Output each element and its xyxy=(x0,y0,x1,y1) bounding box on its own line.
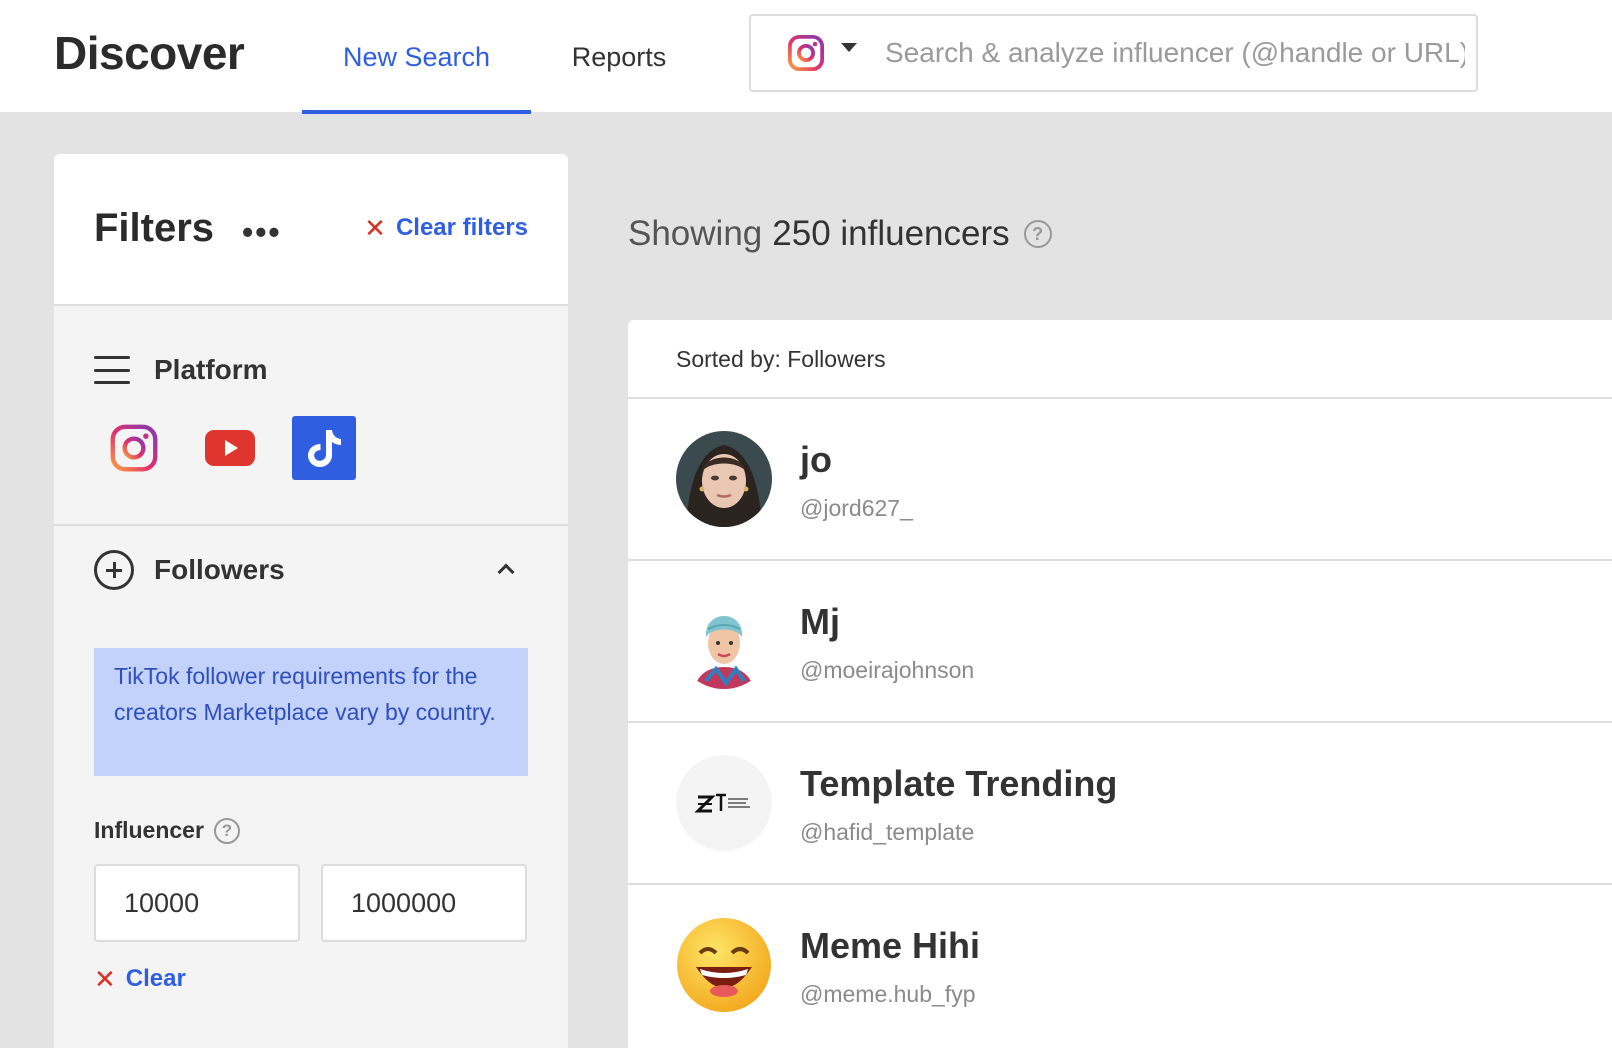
followers-min-input[interactable] xyxy=(94,864,300,942)
influencer-name: Template Trending xyxy=(800,763,1118,804)
list-item[interactable]: Meme Hihi @meme.hub_fyp xyxy=(628,883,1612,1045)
clear-followers-button[interactable]: ✕ Clear xyxy=(94,965,186,993)
avatar xyxy=(676,431,772,527)
help-icon[interactable]: ? xyxy=(1023,220,1052,248)
tab-reports[interactable]: Reports xyxy=(552,0,686,114)
tab-new-search[interactable]: New Search xyxy=(302,0,531,114)
avatar xyxy=(676,917,772,1013)
influencer-handle: @jord627_ xyxy=(800,495,913,521)
close-icon: ✕ xyxy=(94,964,116,994)
search-platform-select[interactable] xyxy=(787,34,857,72)
menu-icon xyxy=(94,356,130,384)
sorted-by-label[interactable]: Sorted by: Followers xyxy=(676,346,886,373)
filters-panel: Filters ••• ✕ Clear filters Platform Fol… xyxy=(54,154,568,1048)
help-icon[interactable]: ? xyxy=(213,817,240,844)
platform-instagram-button[interactable] xyxy=(102,416,166,480)
followers-max-input[interactable] xyxy=(321,864,527,942)
search-input[interactable] xyxy=(885,37,1465,69)
list-item[interactable]: Mj @moeirajohnson xyxy=(628,559,1612,721)
influencer-range-label: Influencer ? xyxy=(94,817,240,844)
more-options-icon[interactable]: ••• xyxy=(242,214,282,251)
list-item[interactable]: Template Trending @hafid_template xyxy=(628,721,1612,883)
clear-filters-button[interactable]: ✕ Clear filters xyxy=(364,214,528,242)
influencer-name: Meme Hihi xyxy=(800,925,981,966)
influencer-name: Mj xyxy=(800,601,840,642)
chevron-down-icon xyxy=(841,42,857,52)
influencer-handle: @meme.hub_fyp xyxy=(800,981,976,1007)
followers-notice: TikTok follower requirements for the cre… xyxy=(94,648,528,776)
brand-title: Discover xyxy=(54,27,245,79)
add-circle-icon xyxy=(94,550,134,590)
platform-youtube-button[interactable] xyxy=(198,416,262,480)
influencer-handle: @moeirajohnson xyxy=(800,657,975,683)
filters-title: Filters xyxy=(94,206,215,250)
results-list: Sorted by: Followers jo @jord627_ Mj @mo… xyxy=(628,320,1612,1048)
influencer-label-text: Influencer xyxy=(94,817,204,843)
influencer-search-box xyxy=(749,14,1478,92)
chevron-up-icon[interactable] xyxy=(497,563,515,581)
avatar xyxy=(676,593,772,689)
filters-header: Filters ••• ✕ Clear filters xyxy=(54,154,568,306)
influencer-handle: @hafid_template xyxy=(800,819,975,845)
platform-section: Platform xyxy=(54,308,568,526)
clear-label: Clear xyxy=(125,965,186,992)
showing-prefix: Showing xyxy=(628,214,763,253)
clear-filters-label: Clear filters xyxy=(395,214,528,241)
close-icon: ✕ xyxy=(364,213,386,243)
instagram-icon xyxy=(787,34,825,72)
top-bar: Discover New Search Reports xyxy=(0,0,1612,114)
instagram-icon xyxy=(110,424,158,472)
tiktok-icon xyxy=(308,430,341,467)
avatar xyxy=(676,755,772,851)
youtube-icon xyxy=(205,430,255,466)
platform-tiktok-button[interactable] xyxy=(292,416,356,480)
results-count: Showing 250 influencers ? xyxy=(628,214,1052,254)
platform-title: Platform xyxy=(154,354,268,385)
influencer-name: jo xyxy=(800,439,832,480)
showing-count: 250 influencers xyxy=(772,214,1010,253)
list-item[interactable]: jo @jord627_ xyxy=(628,397,1612,559)
followers-title: Followers xyxy=(154,554,285,585)
followers-section-header[interactable]: Followers xyxy=(54,544,568,604)
